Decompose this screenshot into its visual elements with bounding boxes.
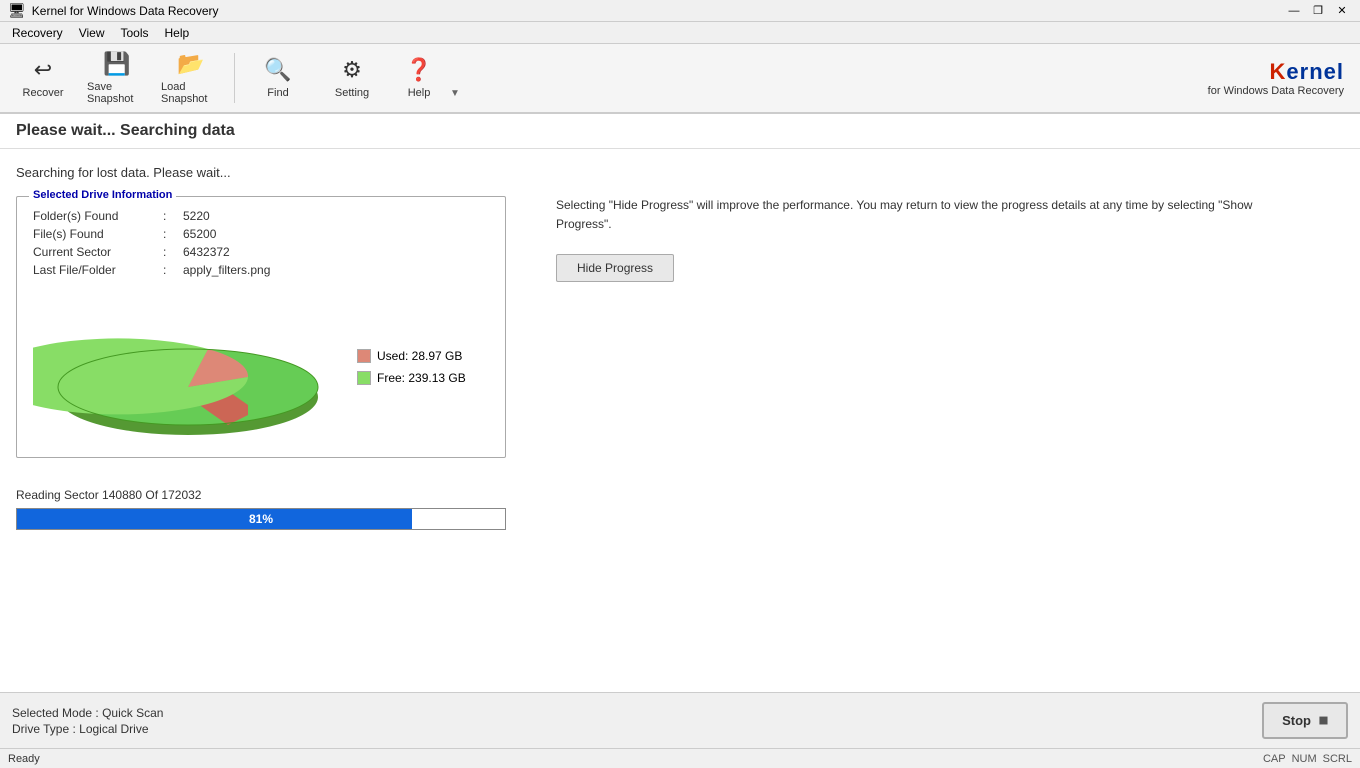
progress-section: Reading Sector 140880 Of 172032 81% — [16, 458, 1344, 530]
help-dropdown-button[interactable]: ▼ — [447, 48, 463, 108]
drive-info-legend: Selected Drive Information — [29, 189, 176, 201]
load-snapshot-icon: 📂 — [177, 51, 204, 77]
setting-label: Setting — [335, 87, 369, 99]
progress-bar: 81% — [16, 508, 506, 530]
toolbar: ↩ Recover 💾 Save Snapshot 📂 Load Snapsho… — [0, 44, 1360, 114]
files-found-value: 65200 — [183, 227, 216, 241]
selected-mode-line: Selected Mode : Quick Scan — [12, 706, 163, 720]
recover-button[interactable]: ↩ Recover — [8, 48, 78, 108]
load-snapshot-label: Load Snapshot — [161, 81, 221, 105]
right-panel: Selecting "Hide Progress" will improve t… — [556, 196, 1306, 282]
menubar: Recovery View Tools Help — [0, 22, 1360, 44]
search-status-text: Searching for lost data. Please wait... — [16, 165, 1344, 180]
current-sector-label: Current Sector — [33, 245, 163, 259]
folders-found-value: 5220 — [183, 209, 210, 223]
legend-free-text: Free: 239.13 GB — [377, 371, 466, 385]
find-icon: 🔍 — [264, 57, 291, 83]
toolbar-separator — [234, 53, 235, 103]
menu-tools[interactable]: Tools — [112, 22, 156, 44]
progress-bar-label: 81% — [17, 509, 505, 529]
legend-free-color — [357, 371, 371, 385]
selected-mode-value: Quick Scan — [102, 706, 163, 720]
legend-used-color — [357, 349, 371, 363]
pie-chart-area: Used: 28.97 GB Free: 239.13 GB — [33, 297, 489, 437]
save-snapshot-icon: 💾 — [103, 51, 130, 77]
current-sector-row: Current Sector : 6432372 — [33, 245, 489, 259]
statusbar-info: Selected Mode : Quick Scan Drive Type : … — [12, 706, 163, 736]
folders-found-label: Folder(s) Found — [33, 209, 163, 223]
last-file-folder-value: apply_filters.png — [183, 263, 270, 277]
page-title: Please wait... Searching data — [0, 114, 1360, 149]
help-button[interactable]: ❓ Help — [391, 48, 447, 108]
last-file-folder-label: Last File/Folder — [33, 263, 163, 277]
minimize-button[interactable]: — — [1284, 3, 1304, 19]
help-icon: ❓ — [405, 57, 432, 83]
titlebar-text: Kernel for Windows Data Recovery — [32, 4, 219, 18]
branding: Kernel for Windows Data Recovery — [1208, 59, 1352, 97]
load-snapshot-button[interactable]: 📂 Load Snapshot — [156, 48, 226, 108]
hint-text: Selecting "Hide Progress" will improve t… — [556, 196, 1306, 234]
scrl-indicator: SCRL — [1323, 753, 1352, 765]
cap-indicator: CAP — [1263, 753, 1286, 765]
brand-kern: K — [1270, 59, 1287, 84]
menu-view[interactable]: View — [71, 22, 113, 44]
pie-legend: Used: 28.97 GB Free: 239.13 GB — [357, 349, 466, 385]
brand-name: Kernel — [1208, 59, 1344, 85]
drive-info-box: Selected Drive Information Folder(s) Fou… — [16, 196, 506, 458]
num-indicator: NUM — [1292, 753, 1317, 765]
last-file-folder-row: Last File/Folder : apply_filters.png — [33, 263, 489, 277]
setting-icon: ⚙ — [342, 57, 362, 83]
statusbar-right: Stop ⏹ — [1262, 702, 1348, 739]
bottom-status: Ready CAP NUM SCRL — [0, 748, 1360, 768]
recover-label: Recover — [23, 87, 64, 99]
menu-recovery[interactable]: Recovery — [4, 22, 71, 44]
titlebar-icon: 🖥 — [8, 2, 26, 19]
pie-chart — [33, 297, 333, 437]
main-content: Searching for lost data. Please wait... … — [0, 149, 1360, 692]
caps-indicators: CAP NUM SCRL — [1263, 753, 1352, 765]
ready-text: Ready — [8, 753, 40, 765]
help-label: Help — [408, 87, 431, 99]
reading-sector-text: Reading Sector 140880 Of 172032 — [16, 488, 1344, 502]
save-snapshot-button[interactable]: 💾 Save Snapshot — [82, 48, 152, 108]
files-found-label: File(s) Found — [33, 227, 163, 241]
statusbar: Selected Mode : Quick Scan Drive Type : … — [0, 692, 1360, 748]
stop-label: Stop — [1282, 713, 1311, 728]
legend-free: Free: 239.13 GB — [357, 371, 466, 385]
brand-subtitle: for Windows Data Recovery — [1208, 85, 1344, 97]
save-snapshot-label: Save Snapshot — [87, 81, 147, 105]
titlebar: 🖥 Kernel for Windows Data Recovery — ❐ ✕ — [0, 0, 1360, 22]
drive-type-label: Drive Type : — [12, 722, 79, 736]
menu-help[interactable]: Help — [157, 22, 198, 44]
find-label: Find — [267, 87, 288, 99]
stop-button[interactable]: Stop ⏹ — [1262, 702, 1348, 739]
close-button[interactable]: ✕ — [1332, 3, 1352, 19]
selected-mode-label: Selected Mode : — [12, 706, 102, 720]
hide-progress-button[interactable]: Hide Progress — [556, 254, 674, 282]
setting-button[interactable]: ⚙ Setting — [317, 48, 387, 108]
drive-type-value: Logical Drive — [79, 722, 148, 736]
legend-used-text: Used: 28.97 GB — [377, 349, 462, 363]
legend-used: Used: 28.97 GB — [357, 349, 466, 363]
stop-icon: ⏹ — [1319, 710, 1328, 731]
recover-icon: ↩ — [34, 57, 52, 83]
drive-type-line: Drive Type : Logical Drive — [12, 722, 163, 736]
folders-found-row: Folder(s) Found : 5220 — [33, 209, 489, 223]
find-button[interactable]: 🔍 Find — [243, 48, 313, 108]
brand-rest: ernel — [1286, 59, 1344, 84]
files-found-row: File(s) Found : 65200 — [33, 227, 489, 241]
maximize-button[interactable]: ❐ — [1308, 3, 1328, 19]
content-area: Selected Drive Information Folder(s) Fou… — [16, 196, 1344, 458]
current-sector-value: 6432372 — [183, 245, 230, 259]
